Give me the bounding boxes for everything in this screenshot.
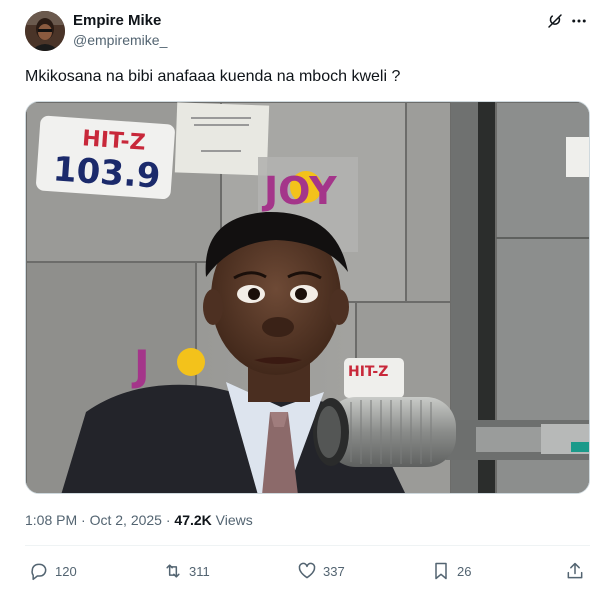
views-label: Views [211,512,253,528]
profile-photo-icon [25,11,65,51]
avatar[interactable] [25,11,65,51]
bookmark-icon [435,562,447,580]
views-count: 47.2K [174,512,212,528]
hitz-freq-text: 103.9 [52,149,162,196]
action-bar: 120 311 337 26 [25,558,590,584]
bookmark-count: 26 [457,563,472,579]
joy-sign-text: JOY [261,169,337,213]
retweet-icon [166,564,180,578]
reply-icon [31,563,47,581]
svg-text:J: J [131,341,150,390]
share-button[interactable] [565,558,585,584]
like-count: 337 [323,563,345,579]
author-handle[interactable]: @empiremike_ [73,32,167,48]
timestamp[interactable]: 1:08 PM · Oct 2, 2025 · [25,512,174,528]
tweet-photo[interactable]: HIT-Z 103.9 JOY J HIT-Z [25,101,590,494]
studio-photo: HIT-Z 103.9 JOY J HIT-Z [26,102,589,493]
grok-icon[interactable] [546,12,564,30]
reply-count: 120 [55,563,77,579]
divider [25,545,590,546]
bookmark-button[interactable]: 26 [431,558,471,584]
hitz-small-text: HIT-Z [348,364,388,380]
retweet-button[interactable]: 311 [163,558,210,584]
heart-icon [298,562,316,579]
retweet-count: 311 [189,563,210,579]
author-name[interactable]: Empire Mike [73,12,161,29]
like-button[interactable]: 337 [297,558,345,584]
tweet-card: Empire Mike @empiremike_ Mkikosana na bi… [0,0,616,597]
tweet-meta: 1:08 PM · Oct 2, 2025 · 47.2K Views [25,512,253,528]
more-icon[interactable] [570,12,588,30]
share-icon [567,562,583,579]
reply-button[interactable]: 120 [29,558,77,584]
tweet-text: Mkikosana na bibi anafaaa kuenda na mboc… [25,68,401,85]
